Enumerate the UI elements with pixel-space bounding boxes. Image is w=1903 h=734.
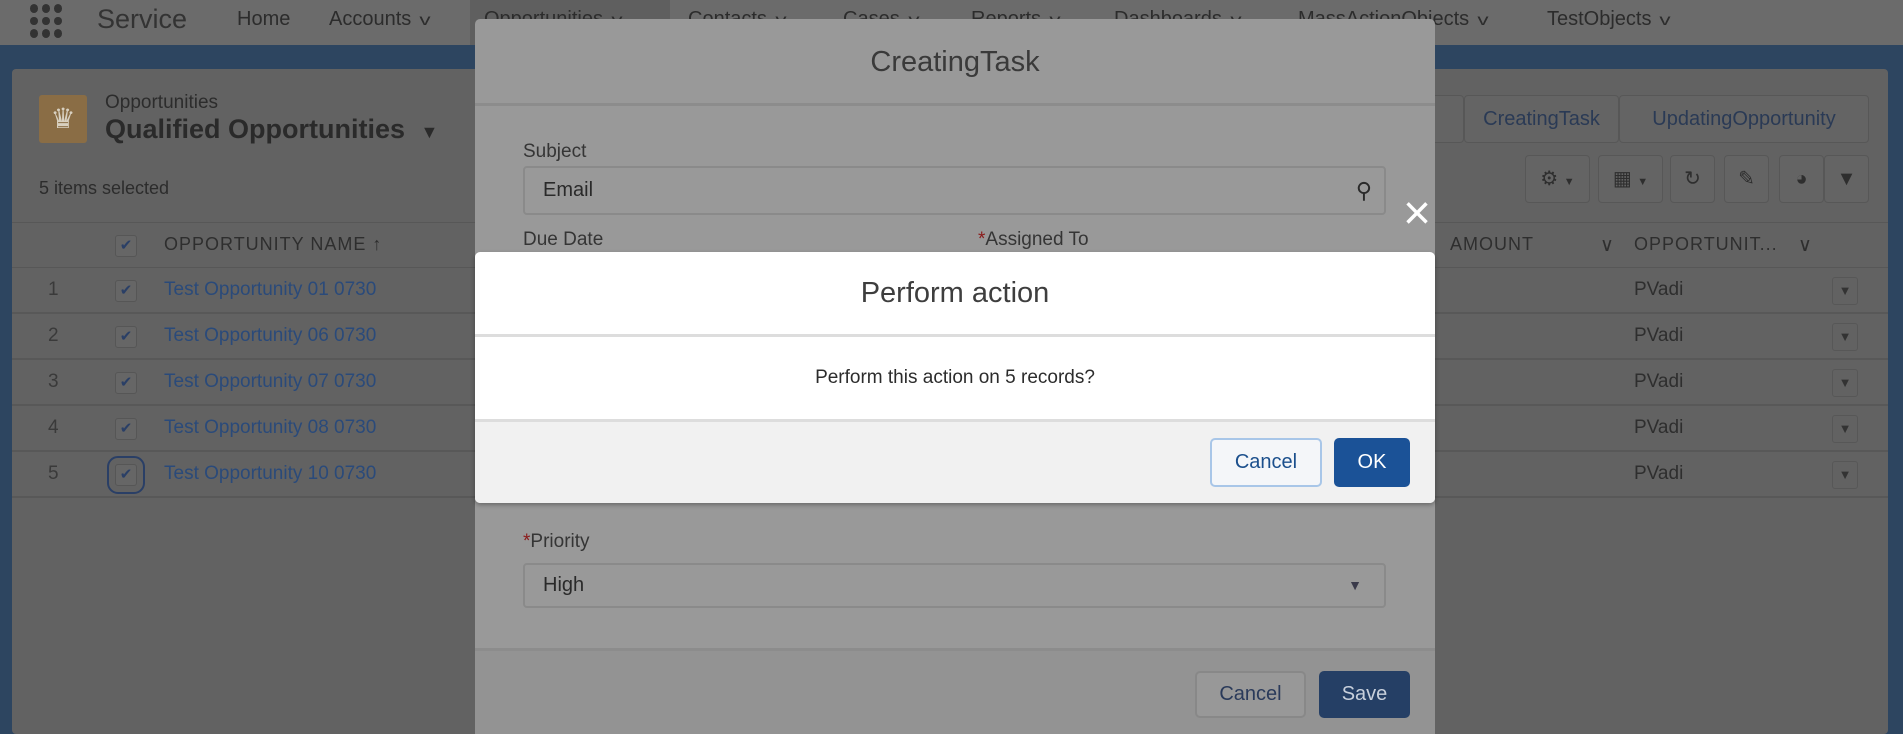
nav-testobjects[interactable]: TestObjects v [1547, 8, 1671, 31]
owner-cell: PVadi [1634, 371, 1684, 392]
label-text: Priority [530, 531, 590, 552]
updatingopportunity-button[interactable]: UpdatingOpportunity [1619, 95, 1869, 143]
selection-status: 5 items selected [39, 178, 170, 198]
object-label: Opportunities [105, 92, 219, 113]
chevron-down-icon[interactable]: v [1660, 12, 1671, 30]
due-date-label: Due Date [523, 229, 604, 250]
column-label: OPPORTUNITY NAME [164, 234, 367, 254]
refresh-icon[interactable]: ↻ [1670, 155, 1715, 203]
close-icon[interactable]: × [1403, 190, 1431, 238]
opportunity-name-link[interactable]: Test Opportunity 07 0730 [164, 371, 376, 393]
view-name: Qualified Opportunities [105, 114, 406, 144]
settings-gear-icon[interactable]: ⚙ ▼ [1525, 155, 1590, 203]
app-launcher-icon[interactable] [30, 4, 64, 38]
confirm-cancel-button[interactable]: Cancel [1210, 438, 1322, 487]
dialog-body: Perform this action on 5 records? [475, 337, 1435, 419]
column-header-name[interactable]: OPPORTUNITY NAME ↑ [164, 234, 382, 255]
perform-action-dialog: Perform action Perform this action on 5 … [475, 252, 1435, 503]
chevron-down-icon[interactable]: ∨ [1798, 234, 1812, 257]
search-icon: ⚲ [1355, 178, 1372, 203]
nav-label: TestObjects [1547, 8, 1652, 30]
priority-label: *Priority [523, 531, 590, 553]
modal-title: CreatingTask [870, 46, 1040, 78]
app-name: Service [97, 4, 188, 34]
filter-funnel-icon[interactable]: ▼ [1824, 155, 1869, 203]
row-actions-dropdown-icon[interactable]: ▼ [1832, 461, 1858, 489]
chart-pie-icon[interactable]: ◕ [1779, 155, 1824, 203]
button-label: OK [1357, 451, 1387, 473]
chevron-down-icon[interactable]: v [420, 12, 431, 30]
row-actions-dropdown-icon[interactable]: ▼ [1832, 369, 1858, 397]
priority-value: High [543, 574, 585, 596]
subject-input[interactable]: Email ⚲ [523, 166, 1386, 215]
dialog-title: Perform action [860, 277, 1050, 309]
assigned-to-label: *Assigned To [978, 229, 1089, 251]
row-checkbox[interactable]: ✔ [115, 418, 137, 440]
display-table-icon[interactable]: ▦ ▼ [1598, 155, 1663, 203]
list-view-selector[interactable]: Qualified Opportunities ▼ [105, 114, 438, 145]
button-label: Cancel [1219, 683, 1282, 705]
button-label: Save [1341, 683, 1388, 705]
select-all-checkbox[interactable]: ✔ [115, 235, 137, 257]
sort-ascending-icon: ↑ [372, 234, 383, 254]
dialog-header: Perform action [475, 252, 1435, 337]
modal-header: CreatingTask [475, 19, 1435, 106]
row-number: 3 [48, 371, 59, 392]
chevron-down-icon[interactable]: ∨ [1600, 234, 1614, 257]
subject-label: Subject [523, 141, 587, 162]
opportunity-name-link[interactable]: Test Opportunity 01 0730 [164, 279, 376, 301]
task-save-button[interactable]: Save [1319, 671, 1410, 718]
column-header-owner[interactable]: OPPORTUNIT... [1634, 234, 1778, 255]
row-number: 2 [48, 325, 59, 346]
priority-select[interactable]: High ▼ [523, 563, 1386, 608]
label-text: Assigned To [985, 229, 1089, 250]
subject-value: Email [543, 179, 594, 201]
chevron-down-icon[interactable]: v [1478, 12, 1489, 30]
task-cancel-button[interactable]: Cancel [1195, 671, 1306, 718]
opportunity-name-link[interactable]: Test Opportunity 10 0730 [164, 463, 376, 485]
row-checkbox[interactable]: ✔ [115, 280, 137, 302]
nav-label: Home [237, 8, 291, 30]
owner-cell: PVadi [1634, 417, 1684, 438]
button-label: Cancel [1234, 451, 1298, 473]
opportunity-name-link[interactable]: Test Opportunity 08 0730 [164, 417, 376, 439]
row-actions-dropdown-icon[interactable]: ▼ [1832, 323, 1858, 351]
row-actions-dropdown-icon[interactable]: ▼ [1832, 277, 1858, 305]
nav-home[interactable]: Home [237, 8, 290, 31]
nav-accounts[interactable]: Accounts v [329, 8, 431, 31]
row-actions-dropdown-icon[interactable]: ▼ [1832, 415, 1858, 443]
opportunity-crown-icon: ♛ [39, 95, 87, 143]
owner-cell: PVadi [1634, 325, 1684, 346]
button-label: CreatingTask [1483, 108, 1600, 130]
column-header-amount[interactable]: AMOUNT [1450, 234, 1534, 255]
row-number: 4 [48, 417, 59, 438]
row-checkbox[interactable]: ✔ [115, 326, 137, 348]
caret-down-icon: ▼ [1348, 577, 1362, 593]
row-number: 5 [48, 463, 59, 484]
creatingtask-button[interactable]: CreatingTask [1464, 95, 1619, 143]
edit-pencil-icon[interactable]: ✎ [1724, 155, 1769, 203]
row-checkbox[interactable]: ✔ [115, 372, 137, 394]
row-number: 1 [48, 279, 59, 300]
dialog-message: Perform this action on 5 records? [815, 367, 1095, 388]
nav-label: Accounts [329, 8, 412, 30]
confirm-ok-button[interactable]: OK [1334, 438, 1410, 487]
opportunity-name-link[interactable]: Test Opportunity 06 0730 [164, 325, 376, 347]
caret-down-icon: ▼ [420, 122, 439, 142]
owner-cell: PVadi [1634, 463, 1684, 484]
button-label: UpdatingOpportunity [1652, 108, 1836, 130]
row-checkbox[interactable]: ✔ [107, 456, 145, 494]
owner-cell: PVadi [1634, 279, 1684, 300]
